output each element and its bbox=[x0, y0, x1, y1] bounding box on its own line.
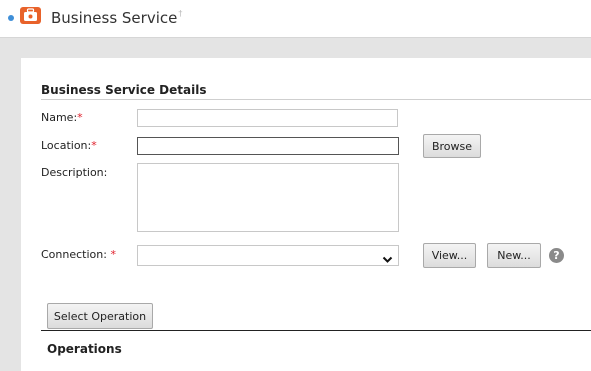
select-operation-button[interactable]: Select Operation bbox=[47, 303, 153, 329]
description-label: Description: bbox=[41, 166, 108, 179]
header-bar: Business Service† bbox=[0, 0, 591, 38]
name-field[interactable] bbox=[137, 109, 398, 127]
help-icon[interactable]: ? bbox=[549, 248, 564, 263]
toolbox-icon bbox=[20, 7, 41, 24]
browse-button[interactable]: Browse bbox=[423, 134, 481, 158]
status-dot bbox=[8, 15, 14, 21]
connection-label: Connection: * bbox=[41, 248, 116, 261]
page-title: Business Service† bbox=[51, 9, 183, 27]
section-title-details: Business Service Details bbox=[41, 83, 207, 97]
name-label: Name:* bbox=[41, 111, 83, 124]
divider bbox=[41, 99, 591, 100]
description-field[interactable] bbox=[137, 163, 399, 232]
new-connection-button[interactable]: New... bbox=[487, 243, 541, 268]
location-label: Location:* bbox=[41, 139, 97, 152]
location-field[interactable] bbox=[137, 137, 399, 155]
operations-divider bbox=[41, 330, 591, 331]
connection-select[interactable] bbox=[137, 245, 399, 266]
section-title-operations: Operations bbox=[47, 342, 122, 356]
view-connection-button[interactable]: View... bbox=[423, 243, 476, 268]
chevron-down-icon bbox=[382, 250, 393, 269]
